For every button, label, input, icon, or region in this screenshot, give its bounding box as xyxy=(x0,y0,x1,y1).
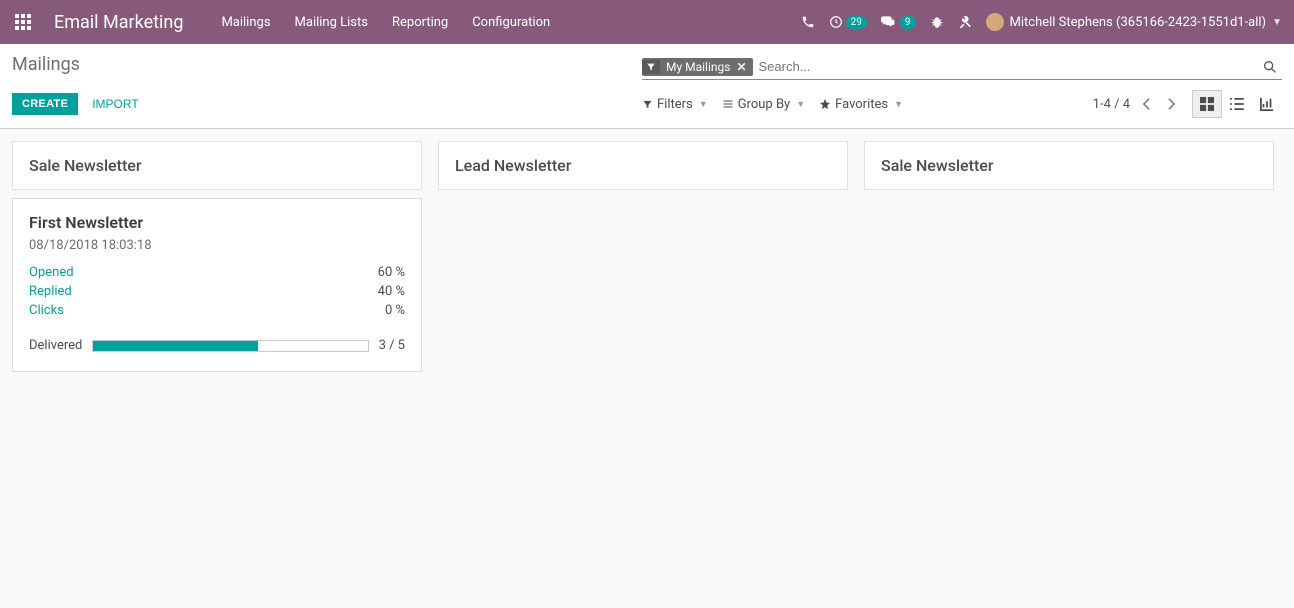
kanban-column-header[interactable]: Lead Newsletter xyxy=(438,141,848,190)
kanban-column: Sale Newsletter First Newsletter 08/18/2… xyxy=(12,141,422,372)
tools-icon[interactable] xyxy=(958,15,972,29)
activities-icon[interactable]: 29 xyxy=(829,15,867,29)
bug-icon[interactable] xyxy=(930,15,944,29)
kanban-column: Sale Newsletter xyxy=(864,141,1274,198)
groupby-label: Group By xyxy=(738,97,791,112)
search-facet-my-mailings[interactable]: My Mailings ✕ xyxy=(642,58,753,76)
nav-item-mailing-lists[interactable]: Mailing Lists xyxy=(285,9,378,36)
replied-value: 40 % xyxy=(378,284,405,299)
clicks-value: 0 % xyxy=(385,303,405,318)
delivered-progress-bar xyxy=(93,341,258,351)
kanban-column-header[interactable]: Sale Newsletter xyxy=(12,141,422,190)
user-menu[interactable]: Mitchell Stephens (365166-2423-1551d1-al… xyxy=(986,13,1282,31)
nav-menu: Mailings Mailing Lists Reporting Configu… xyxy=(211,9,560,36)
pager: 1-4 / 4 xyxy=(1093,93,1180,115)
create-button[interactable]: CREATE xyxy=(12,93,78,115)
search-input[interactable] xyxy=(753,57,1258,76)
opened-label[interactable]: Opened xyxy=(29,265,74,280)
filter-icon xyxy=(642,60,660,74)
clicks-label[interactable]: Clicks xyxy=(29,303,64,318)
nav-right: 29 9 Mitchell Stephens (365166-2423-1551… xyxy=(801,13,1286,31)
import-button[interactable]: IMPORT xyxy=(86,92,144,116)
view-switcher xyxy=(1192,90,1282,118)
phone-icon[interactable] xyxy=(801,15,815,29)
avatar xyxy=(986,13,1004,31)
favorites-dropdown[interactable]: Favorites ▼ xyxy=(819,97,903,112)
delivered-value: 3 / 5 xyxy=(379,338,405,353)
kanban-card[interactable]: First Newsletter 08/18/2018 18:03:18 Ope… xyxy=(12,198,422,372)
nav-item-mailings[interactable]: Mailings xyxy=(211,9,280,36)
messages-badge: 9 xyxy=(900,16,916,29)
opened-value: 60 % xyxy=(378,265,405,280)
view-list-button[interactable] xyxy=(1222,90,1252,118)
pager-next-icon[interactable] xyxy=(1163,93,1180,115)
caret-down-icon: ▼ xyxy=(894,99,903,110)
delivered-label: Delivered xyxy=(29,338,82,353)
pager-prev-icon[interactable] xyxy=(1138,93,1155,115)
filters-dropdown[interactable]: Filters ▼ xyxy=(642,97,708,112)
card-title: First Newsletter xyxy=(29,213,405,232)
card-date: 08/18/2018 18:03:18 xyxy=(29,238,405,253)
nav-item-configuration[interactable]: Configuration xyxy=(462,9,560,36)
kanban-view: Sale Newsletter First Newsletter 08/18/2… xyxy=(0,129,1294,384)
caret-down-icon: ▼ xyxy=(796,99,805,110)
apps-icon[interactable] xyxy=(8,7,38,37)
nav-item-reporting[interactable]: Reporting xyxy=(382,9,458,36)
search-bar: My Mailings ✕ xyxy=(642,54,1282,80)
control-panel: Mailings My Mailings ✕ CREATE IMPORT xyxy=(0,44,1294,129)
favorites-label: Favorites xyxy=(835,97,888,112)
activities-badge: 29 xyxy=(846,16,867,29)
delivered-progress xyxy=(92,340,368,352)
view-kanban-button[interactable] xyxy=(1192,90,1222,118)
caret-down-icon: ▼ xyxy=(699,99,708,110)
search-facet-label: My Mailings xyxy=(666,60,730,74)
user-name-label: Mitchell Stephens (365166-2423-1551d1-al… xyxy=(1010,15,1267,30)
pager-value[interactable]: 1-4 / 4 xyxy=(1093,97,1130,112)
view-graph-button[interactable] xyxy=(1252,90,1282,118)
main-navbar: Email Marketing Mailings Mailing Lists R… xyxy=(0,0,1294,44)
messages-icon[interactable]: 9 xyxy=(881,15,916,29)
filters-label: Filters xyxy=(657,97,693,112)
caret-down-icon: ▼ xyxy=(1272,17,1282,28)
app-brand[interactable]: Email Marketing xyxy=(54,12,183,33)
kanban-column: Lead Newsletter xyxy=(438,141,848,198)
search-zoom-icon[interactable] xyxy=(1258,59,1282,75)
replied-label[interactable]: Replied xyxy=(29,284,72,299)
page-title: Mailings xyxy=(12,54,80,75)
groupby-dropdown[interactable]: Group By ▼ xyxy=(722,97,805,112)
kanban-column-header[interactable]: Sale Newsletter xyxy=(864,141,1274,190)
facet-remove-icon[interactable]: ✕ xyxy=(734,60,748,74)
